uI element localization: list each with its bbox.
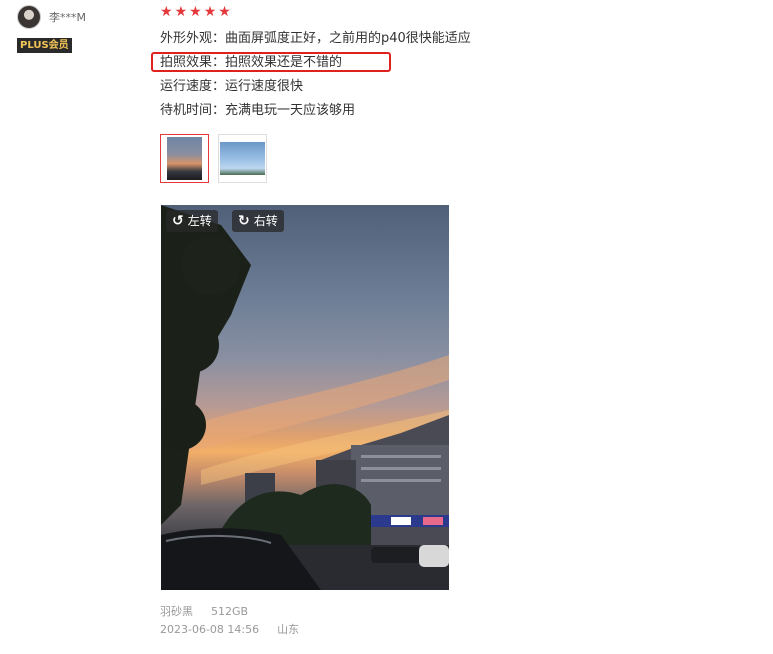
review-line-battery: 待机时间：充满电玩一天应该够用 — [160, 103, 356, 118]
user-avatar[interactable] — [17, 5, 41, 29]
star-rating: ★ ★ ★ ★ ★ — [160, 4, 231, 20]
sky-thumb-image — [220, 142, 265, 175]
product-spec: 羽砂黑 512GB — [160, 603, 248, 619]
review-line-speed: 运行速度：运行速度很快 — [160, 79, 304, 94]
sunset-photo — [161, 205, 449, 590]
rotate-right-label: 右转 — [253, 214, 278, 228]
star-icon: ★ — [174, 4, 188, 20]
photo-viewer[interactable]: ↺ 左转 ↻ 右转 — [161, 205, 449, 590]
rotate-left-label: 左转 — [187, 214, 212, 228]
sky-photo-thumb[interactable] — [218, 134, 267, 183]
star-icon: ★ — [218, 4, 231, 20]
username: 李***M — [49, 11, 86, 24]
review-text: 外形外观：曲面屏弧度正好，之前用的p40很快能适应 拍照效果：拍照效果还是不错的… — [160, 29, 471, 125]
product-color: 羽砂黑 — [160, 605, 193, 618]
star-icon: ★ — [160, 4, 173, 20]
post-location: 山东 — [277, 623, 300, 636]
rotate-left-icon: ↺ — [172, 213, 184, 229]
star-icon: ★ — [189, 4, 202, 20]
star-icon: ★ — [203, 4, 217, 20]
post-date: 2023-06-08 14:56 — [160, 623, 260, 636]
product-storage: 512GB — [211, 605, 249, 618]
review-line-appearance: 外形外观：曲面屏弧度正好，之前用的p40很快能适应 — [160, 31, 471, 46]
sunset-photo-thumb[interactable] — [160, 134, 209, 183]
post-info: 2023-06-08 14:56 山东 — [160, 621, 299, 637]
rotate-right-button[interactable]: ↻ 右转 — [232, 210, 284, 232]
sunset-thumb-image — [167, 137, 202, 180]
highlight-box — [151, 52, 391, 72]
thumbnail-strip — [160, 134, 267, 183]
plus-member-badge: PLUS会员 — [17, 38, 72, 53]
rotate-right-icon: ↻ — [238, 213, 250, 229]
rotate-left-button[interactable]: ↺ 左转 — [166, 210, 218, 232]
